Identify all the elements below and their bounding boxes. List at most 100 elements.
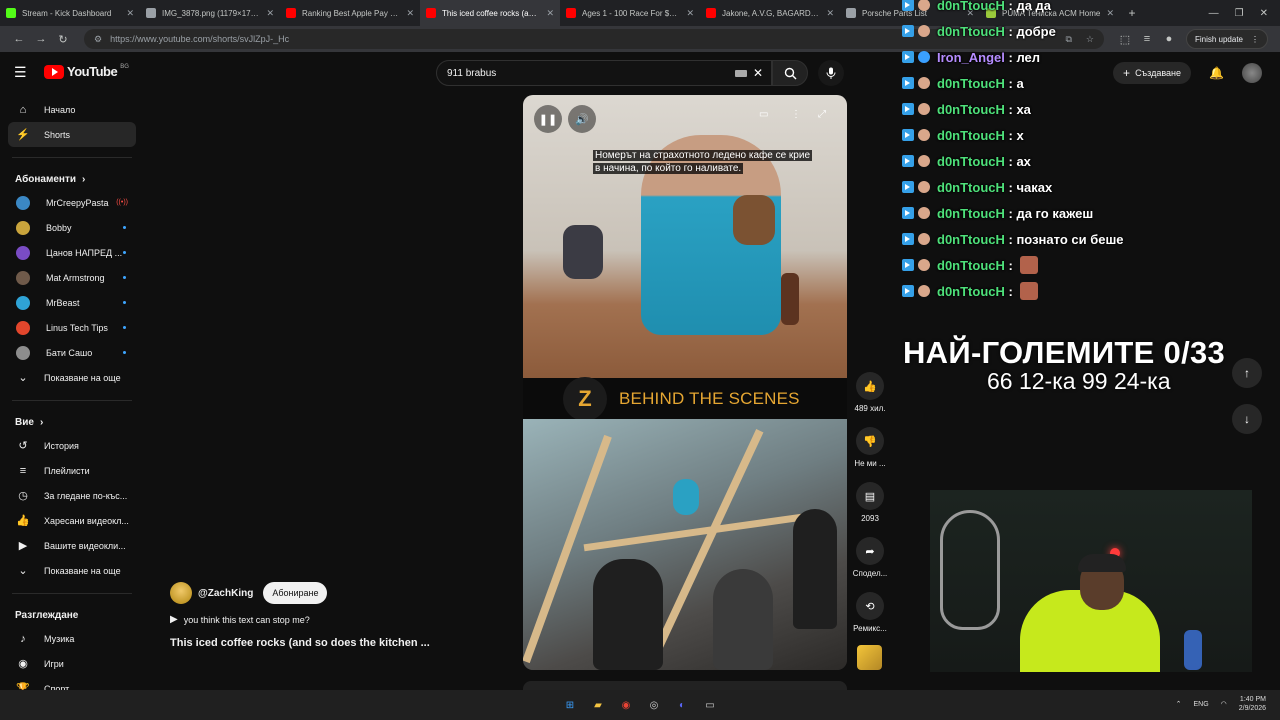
play-icon: ▶ — [170, 614, 178, 625]
subscription-item[interactable]: Linus Tech Tips — [8, 315, 136, 340]
comment-icon[interactable]: ▤ — [856, 482, 884, 510]
language-indicator[interactable]: ENG — [1193, 701, 1208, 708]
comments-action[interactable]: ▤ 2093 — [850, 482, 890, 523]
user-badge-icon — [918, 285, 930, 297]
banner-text: BEHIND THE SCENES — [619, 388, 800, 408]
show-more-label: Показване на още — [44, 565, 121, 576]
arrow-up-icon: ↑ — [1244, 366, 1250, 380]
url-text: https://www.youtube.com/shorts/svJlZpJ-_… — [110, 34, 290, 44]
tab-close-icon[interactable]: ✕ — [406, 8, 414, 19]
prime-badge-icon — [902, 181, 914, 193]
tab-close-icon[interactable]: ✕ — [686, 8, 694, 19]
sound-row[interactable]: ▶ you think this text can stop me? — [170, 614, 470, 625]
sidebar-item-label: Начало — [44, 104, 76, 115]
sidebar-main-section: ⌂ Начало ⚡ Shorts — [0, 97, 144, 147]
sidebar-item-shorts[interactable]: ⚡ Shorts — [8, 122, 136, 147]
tab-close-icon[interactable]: ✕ — [826, 8, 834, 19]
channel-name[interactable]: @ZachKing — [198, 588, 253, 599]
remix-action[interactable]: ⟲ Ремикс... — [850, 592, 890, 633]
clear-search-icon[interactable]: ✕ — [753, 66, 763, 80]
behind-the-scenes-banner: Z BEHIND THE SCENES — [523, 376, 847, 421]
chat-text: ах — [1016, 153, 1031, 169]
forward-icon[interactable]: → — [30, 33, 52, 45]
subscription-item[interactable]: Цанов НАПРЕД ... — [8, 240, 136, 265]
shorts-video-player[interactable]: Номерът на страхотното ледено кафе се кр… — [523, 95, 847, 670]
channel-avatar[interactable] — [170, 582, 192, 604]
fullscreen-icon[interactable]: ⤢ — [818, 109, 826, 120]
like-icon[interactable]: 👍 — [856, 372, 884, 400]
menu-icon[interactable]: ☰ — [14, 64, 27, 81]
you-header[interactable]: Вие › — [0, 411, 144, 433]
chrome-icon[interactable]: ◉ — [616, 695, 636, 715]
dislike-label: Не ми ... — [854, 459, 886, 468]
volume-button[interactable]: 🔊 — [568, 105, 596, 133]
pause-button[interactable]: ❚❚ — [534, 105, 562, 133]
remix-icon[interactable]: ⟲ — [856, 592, 884, 620]
video-title[interactable]: This iced coffee rocks (and so does the … — [170, 637, 470, 649]
dislike-action[interactable]: 👎 Не ми ... — [850, 427, 890, 468]
subscription-item[interactable]: Mat Armstrong — [8, 265, 136, 290]
subscription-item[interactable]: Bobby — [8, 215, 136, 240]
captions-icon[interactable]: ▭ — [759, 109, 768, 120]
next-short-button[interactable]: ↓ — [1232, 404, 1262, 434]
subscription-item[interactable]: MrBeast — [8, 290, 136, 315]
tab-close-icon[interactable]: ✕ — [546, 8, 554, 19]
sidebar-item-music[interactable]: ♪ Музика — [8, 626, 136, 651]
back-icon[interactable]: ← — [8, 33, 30, 45]
show-more-subscriptions[interactable]: ⌄ Показване на още — [8, 365, 136, 390]
search-input[interactable]: 911 brabus ✕ — [436, 60, 772, 86]
previous-short-button[interactable]: ↑ — [1232, 358, 1262, 388]
sidebar-item-history[interactable]: ↺ История — [8, 433, 136, 458]
browser-tab[interactable]: Jakone, A.V.G, BAGARDI, Goodslav ✕ — [700, 0, 840, 26]
terminal-icon[interactable]: ▭ — [700, 695, 720, 715]
tab-close-icon[interactable]: ✕ — [266, 8, 274, 19]
file-explorer-icon[interactable]: ▰ — [588, 695, 608, 715]
channel-avatar — [16, 320, 30, 335]
browser-tab[interactable]: Ages 1 - 100 Race For $250,000 ✕ — [560, 0, 700, 26]
browser-tab[interactable]: IMG_3878.png (1179×1712) ✕ — [140, 0, 280, 26]
sidebar-item-home[interactable]: ⌂ Начало — [8, 97, 136, 122]
sidebar-item-playlists[interactable]: ≡ Плейлисти — [8, 458, 136, 483]
liked-videos-icon: 👍 — [16, 515, 30, 527]
tab-close-icon[interactable]: ✕ — [126, 8, 134, 19]
subscribe-button[interactable]: Абониране — [263, 582, 328, 604]
youtube-logo[interactable]: YouTube BG — [44, 64, 129, 79]
sidebar-item-label: Вашите видеокли... — [44, 540, 126, 551]
watch-later-icon: ◷ — [18, 490, 28, 502]
subscription-item[interactable]: Бати Сашо — [8, 340, 136, 365]
voice-search-button[interactable] — [818, 60, 844, 86]
share-icon[interactable]: ➦ — [856, 537, 884, 565]
browser-tab[interactable]: Ranking Best Apple Pay Prank ✕ — [280, 0, 420, 26]
dislike-icon[interactable]: 👎 — [856, 427, 884, 455]
chat-separator: : — [1004, 49, 1017, 65]
browser-tab[interactable]: Stream - Kick Dashboard ✕ — [0, 0, 140, 26]
clock[interactable]: 1:40 PM 2/9/2026 — [1239, 695, 1266, 713]
sidebar-item-gaming[interactable]: ◉ Игри — [8, 651, 136, 676]
next-short-preview[interactable] — [523, 681, 847, 690]
show-more-you[interactable]: ⌄ Показване на още — [8, 558, 136, 583]
more-options-icon[interactable]: ⋮ — [791, 109, 801, 120]
browser-tab[interactable]: This iced coffee rocks (and so d ✕ — [420, 0, 560, 26]
subscription-item[interactable]: MrCreepyPasta ((•)) — [8, 190, 136, 215]
tray-chevron-icon[interactable]: ⌃ — [1176, 700, 1182, 708]
steam-icon[interactable]: ◎ — [644, 695, 664, 715]
chat-message: Iron_Angel : лел — [902, 44, 1262, 70]
sidebar-item-liked-videos[interactable]: 👍 Харесани видеокл... — [8, 508, 136, 533]
chat-separator: : — [1004, 179, 1017, 195]
start-windows-icon[interactable]: ⊞ — [560, 695, 580, 715]
chat-username: d0nTtoucH — [937, 257, 1005, 273]
sidebar-item-your-videos[interactable]: ▶ Вашите видеокли... — [8, 533, 136, 558]
user-badge-icon — [918, 103, 930, 115]
subscriptions-header[interactable]: Абонаменти › — [0, 168, 144, 190]
share-action[interactable]: ➦ Сподел... — [850, 537, 890, 578]
reload-icon[interactable]: ↻ — [52, 33, 74, 46]
site-info-icon[interactable]: ⚙ — [94, 34, 102, 45]
sound-thumbnail[interactable] — [857, 645, 882, 670]
overlay-subtitle: 66 12-ка 99 24-ка — [987, 368, 1171, 394]
sidebar-item-watch-later[interactable]: ◷ За гледане по-къс... — [8, 483, 136, 508]
keyboard-icon[interactable] — [734, 69, 747, 77]
search-button[interactable] — [772, 60, 808, 86]
like-action[interactable]: 👍 489 хил. — [850, 372, 890, 413]
wifi-icon[interactable]: ◠ — [1221, 700, 1227, 708]
discord-icon[interactable]: ◐ — [672, 695, 692, 715]
